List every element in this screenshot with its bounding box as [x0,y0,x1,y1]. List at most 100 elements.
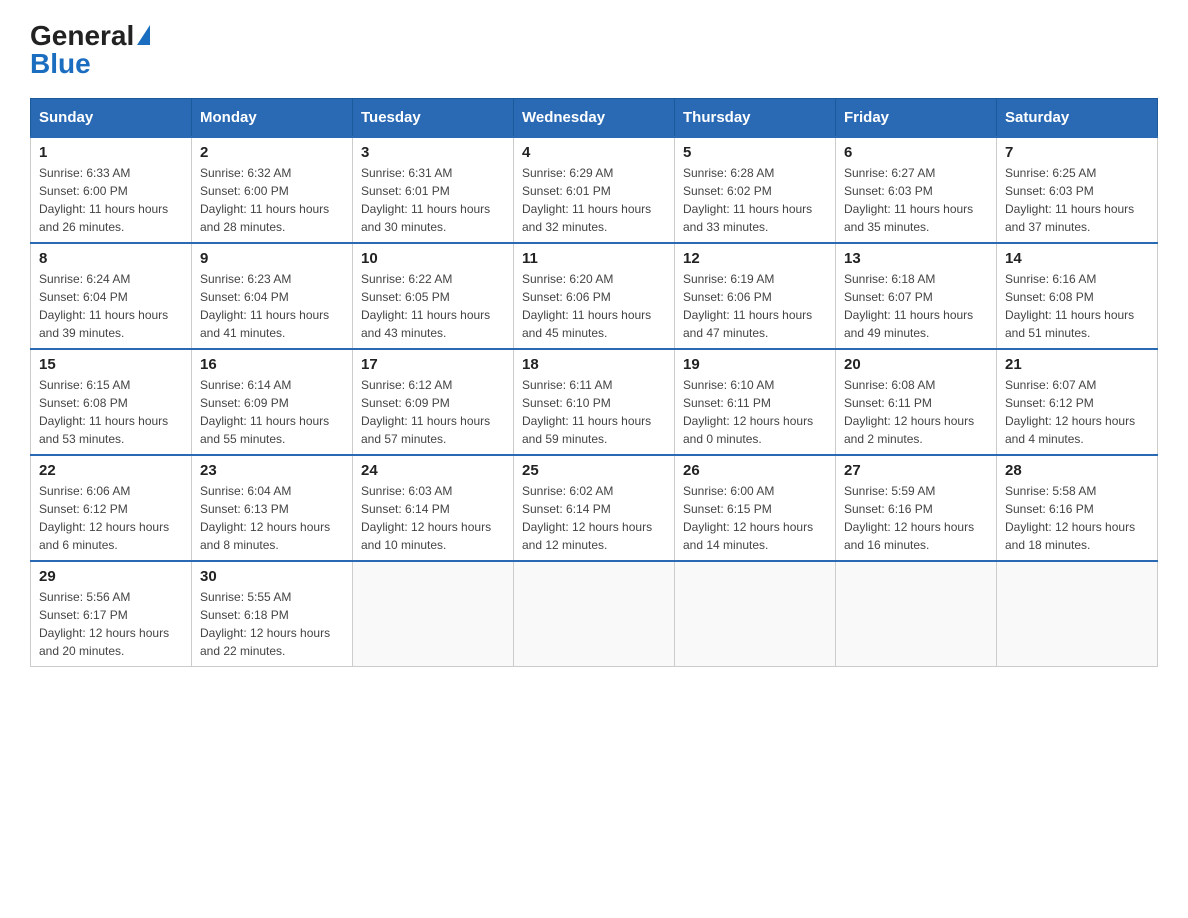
calendar-cell: 1 Sunrise: 6:33 AMSunset: 6:00 PMDaylight… [31,137,192,243]
day-info: Sunrise: 6:14 AMSunset: 6:09 PMDaylight:… [200,376,344,448]
calendar-header-row: SundayMondayTuesdayWednesdayThursdayFrid… [31,99,1158,138]
day-number: 3 [361,144,505,161]
day-number: 16 [200,356,344,373]
calendar-cell: 12Sunrise: 6:19 AMSunset: 6:06 PMDayligh… [675,243,836,349]
day-number: 30 [200,568,344,585]
day-info: Sunrise: 6:28 AMSunset: 6:02 PMDaylight:… [683,164,827,236]
day-number: 8 [39,250,183,267]
day-number: 1 [39,144,183,161]
day-info: Sunrise: 6:33 AMSunset: 6:00 PMDaylight:… [39,164,183,236]
calendar-week-row: 8Sunrise: 6:24 AMSunset: 6:04 PMDaylight… [31,243,1158,349]
calendar-cell: 27Sunrise: 5:59 AMSunset: 6:16 PMDayligh… [836,455,997,561]
day-number: 14 [1005,250,1149,267]
logo: General Blue [30,20,150,80]
day-number: 20 [844,356,988,373]
calendar-cell: 28 Sunrise: 5:58 AMSunset: 6:16 PMDayligh… [997,455,1158,561]
day-number: 19 [683,356,827,373]
calendar-week-row: 1 Sunrise: 6:33 AMSunset: 6:00 PMDaylight… [31,137,1158,243]
calendar-cell: 17 Sunrise: 6:12 AMSunset: 6:09 PMDayligh… [353,349,514,455]
day-info: Sunrise: 6:29 AMSunset: 6:01 PMDaylight:… [522,164,666,236]
calendar-cell: 29Sunrise: 5:56 AMSunset: 6:17 PMDayligh… [31,561,192,667]
day-info: Sunrise: 6:22 AMSunset: 6:05 PMDaylight:… [361,270,505,342]
day-number: 28 [1005,462,1149,479]
day-info: Sunrise: 5:55 AMSunset: 6:18 PMDaylight:… [200,588,344,660]
header-friday: Friday [836,99,997,138]
day-info: Sunrise: 6:19 AMSunset: 6:06 PMDaylight:… [683,270,827,342]
day-number: 9 [200,250,344,267]
calendar-cell [353,561,514,667]
day-number: 4 [522,144,666,161]
day-info: Sunrise: 6:27 AMSunset: 6:03 PMDaylight:… [844,164,988,236]
calendar-cell: 21 Sunrise: 6:07 AMSunset: 6:12 PMDayligh… [997,349,1158,455]
day-info: Sunrise: 6:08 AMSunset: 6:11 PMDaylight:… [844,376,988,448]
day-number: 23 [200,462,344,479]
day-info: Sunrise: 6:16 AMSunset: 6:08 PMDaylight:… [1005,270,1149,342]
header-monday: Monday [192,99,353,138]
calendar-cell: 23 Sunrise: 6:04 AMSunset: 6:13 PMDayligh… [192,455,353,561]
day-info: Sunrise: 6:31 AMSunset: 6:01 PMDaylight:… [361,164,505,236]
header-saturday: Saturday [997,99,1158,138]
calendar-cell: 26 Sunrise: 6:00 AMSunset: 6:15 PMDayligh… [675,455,836,561]
day-number: 5 [683,144,827,161]
header-wednesday: Wednesday [514,99,675,138]
day-info: Sunrise: 6:11 AMSunset: 6:10 PMDaylight:… [522,376,666,448]
calendar-cell: 13 Sunrise: 6:18 AMSunset: 6:07 PMDayligh… [836,243,997,349]
logo-blue: Blue [30,48,91,80]
calendar-cell [997,561,1158,667]
day-info: Sunrise: 6:12 AMSunset: 6:09 PMDaylight:… [361,376,505,448]
day-info: Sunrise: 6:00 AMSunset: 6:15 PMDaylight:… [683,482,827,554]
day-info: Sunrise: 6:10 AMSunset: 6:11 PMDaylight:… [683,376,827,448]
calendar-week-row: 29Sunrise: 5:56 AMSunset: 6:17 PMDayligh… [31,561,1158,667]
header: General Blue [30,20,1158,80]
calendar-cell: 16 Sunrise: 6:14 AMSunset: 6:09 PMDayligh… [192,349,353,455]
day-info: Sunrise: 6:20 AMSunset: 6:06 PMDaylight:… [522,270,666,342]
calendar-cell: 30 Sunrise: 5:55 AMSunset: 6:18 PMDayligh… [192,561,353,667]
header-thursday: Thursday [675,99,836,138]
calendar-cell [514,561,675,667]
calendar-cell: 14 Sunrise: 6:16 AMSunset: 6:08 PMDayligh… [997,243,1158,349]
calendar-cell: 5 Sunrise: 6:28 AMSunset: 6:02 PMDaylight… [675,137,836,243]
day-number: 15 [39,356,183,373]
day-number: 24 [361,462,505,479]
calendar-cell: 18 Sunrise: 6:11 AMSunset: 6:10 PMDayligh… [514,349,675,455]
day-number: 26 [683,462,827,479]
day-info: Sunrise: 6:18 AMSunset: 6:07 PMDaylight:… [844,270,988,342]
day-number: 25 [522,462,666,479]
calendar-cell: 9Sunrise: 6:23 AMSunset: 6:04 PMDaylight… [192,243,353,349]
calendar-cell: 2Sunrise: 6:32 AMSunset: 6:00 PMDaylight… [192,137,353,243]
day-number: 13 [844,250,988,267]
day-number: 29 [39,568,183,585]
header-sunday: Sunday [31,99,192,138]
calendar-week-row: 22Sunrise: 6:06 AMSunset: 6:12 PMDayligh… [31,455,1158,561]
calendar-cell [675,561,836,667]
day-info: Sunrise: 6:06 AMSunset: 6:12 PMDaylight:… [39,482,183,554]
logo-triangle-icon [137,25,150,45]
day-info: Sunrise: 6:07 AMSunset: 6:12 PMDaylight:… [1005,376,1149,448]
calendar-cell: 4 Sunrise: 6:29 AMSunset: 6:01 PMDaylight… [514,137,675,243]
day-info: Sunrise: 5:58 AMSunset: 6:16 PMDaylight:… [1005,482,1149,554]
day-number: 17 [361,356,505,373]
day-number: 11 [522,250,666,267]
calendar-cell: 25 Sunrise: 6:02 AMSunset: 6:14 PMDayligh… [514,455,675,561]
calendar-cell: 19 Sunrise: 6:10 AMSunset: 6:11 PMDayligh… [675,349,836,455]
day-number: 6 [844,144,988,161]
day-number: 18 [522,356,666,373]
calendar-cell: 22Sunrise: 6:06 AMSunset: 6:12 PMDayligh… [31,455,192,561]
day-number: 2 [200,144,344,161]
calendar-cell: 7Sunrise: 6:25 AMSunset: 6:03 PMDaylight… [997,137,1158,243]
calendar-table: SundayMondayTuesdayWednesdayThursdayFrid… [30,98,1158,667]
calendar-cell: 24 Sunrise: 6:03 AMSunset: 6:14 PMDayligh… [353,455,514,561]
day-info: Sunrise: 6:02 AMSunset: 6:14 PMDaylight:… [522,482,666,554]
day-info: Sunrise: 6:03 AMSunset: 6:14 PMDaylight:… [361,482,505,554]
calendar-cell: 8Sunrise: 6:24 AMSunset: 6:04 PMDaylight… [31,243,192,349]
calendar-cell: 6 Sunrise: 6:27 AMSunset: 6:03 PMDaylight… [836,137,997,243]
day-number: 21 [1005,356,1149,373]
day-info: Sunrise: 5:59 AMSunset: 6:16 PMDaylight:… [844,482,988,554]
day-number: 10 [361,250,505,267]
calendar-cell: 3 Sunrise: 6:31 AMSunset: 6:01 PMDaylight… [353,137,514,243]
calendar-week-row: 15Sunrise: 6:15 AMSunset: 6:08 PMDayligh… [31,349,1158,455]
day-number: 7 [1005,144,1149,161]
day-info: Sunrise: 6:04 AMSunset: 6:13 PMDaylight:… [200,482,344,554]
calendar-cell: 11 Sunrise: 6:20 AMSunset: 6:06 PMDayligh… [514,243,675,349]
calendar-cell: 20 Sunrise: 6:08 AMSunset: 6:11 PMDayligh… [836,349,997,455]
